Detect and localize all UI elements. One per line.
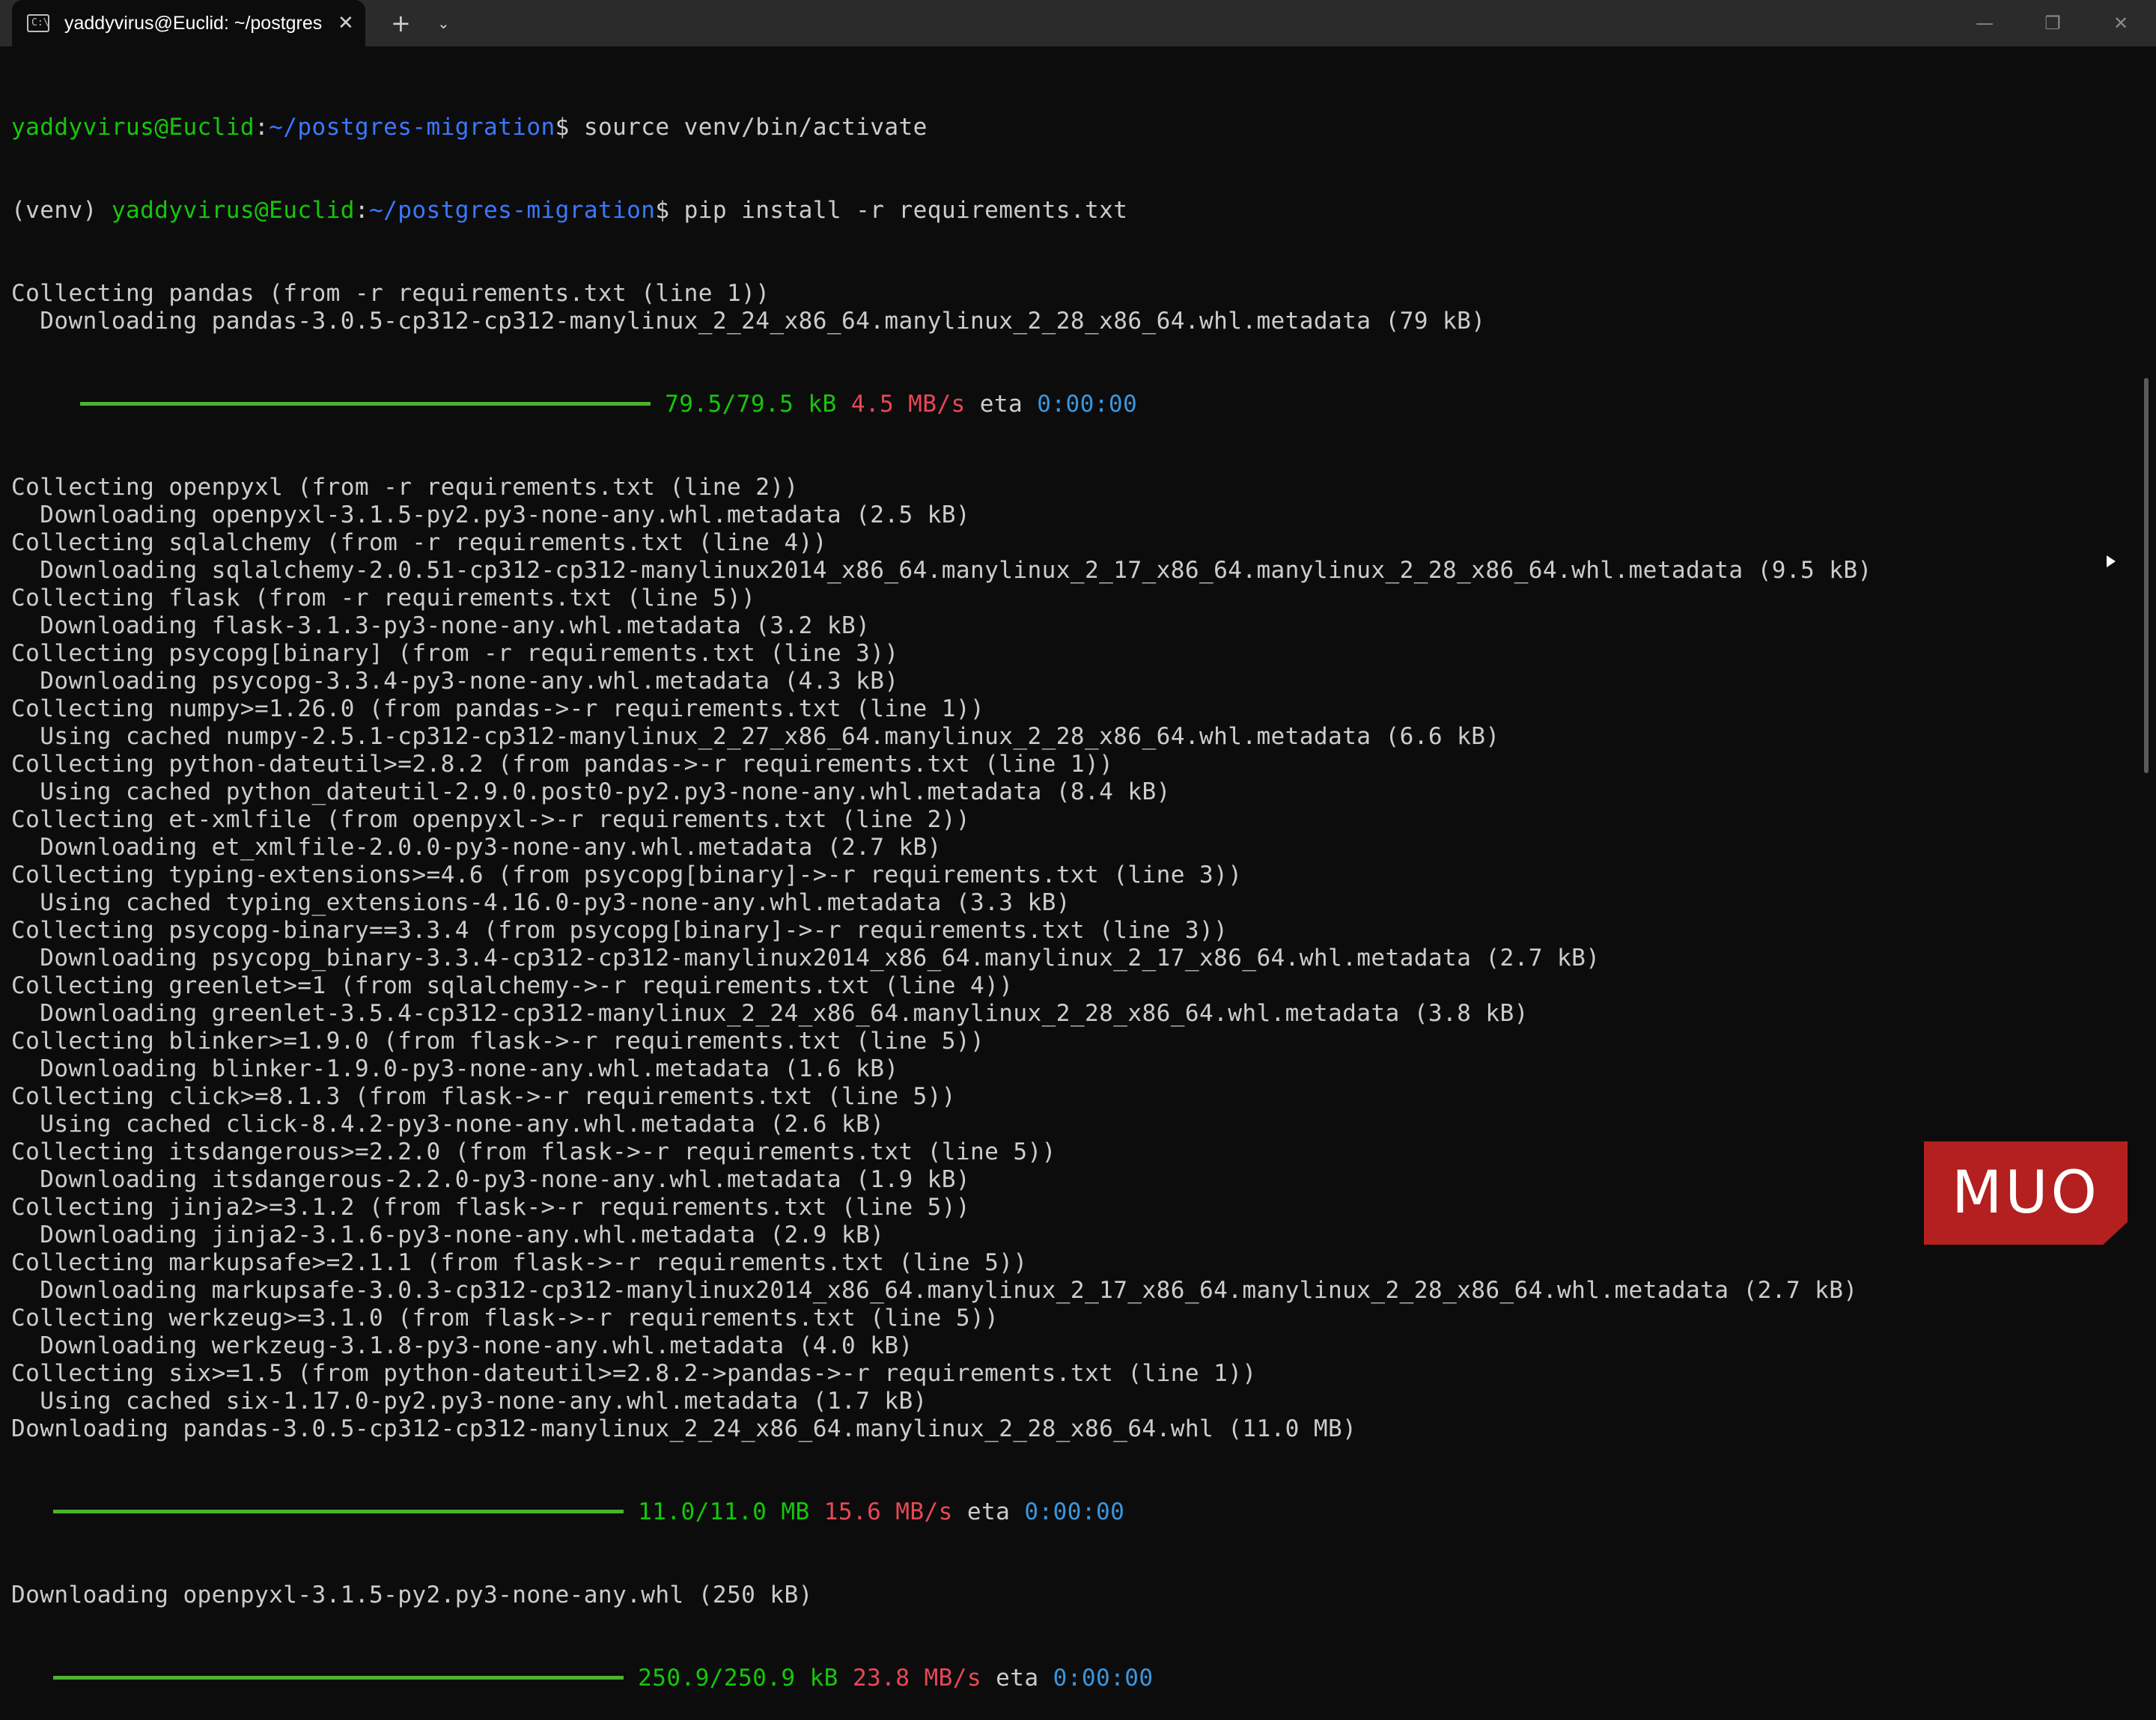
output-line: Downloading sqlalchemy-2.0.51-cp312-cp31… [11, 557, 1872, 584]
output-line: Collecting blinker>=1.9.0 (from flask->-… [11, 1028, 985, 1055]
progress-bar [53, 1509, 624, 1513]
output-line: Collecting sqlalchemy (from -r requireme… [11, 529, 827, 556]
output-lines: Collecting pandas (from -r requirements.… [11, 280, 2130, 335]
new-tab-button[interactable]: + [391, 0, 411, 46]
output-line: Collecting greenlet>=1 (from sqlalchemy-… [11, 972, 1014, 999]
output-line: Downloading blinker-1.9.0-py3-none-any.w… [11, 1055, 899, 1082]
progress-line: 11.0/11.0 MB 15.6 MB/s eta 0:00:00 [11, 1498, 2130, 1526]
tab-title: yaddyvirus@Euclid: ~/postgres-migration [64, 12, 323, 34]
prompt-line: yaddyvirus@Euclid:~/postgres-migration$ … [11, 114, 928, 141]
output-line: Collecting werkzeug>=3.1.0 (from flask->… [11, 1305, 999, 1332]
output-line: Collecting typing-extensions>=4.6 (from … [11, 861, 1243, 888]
progress-line: 79.5/79.5 kB 4.5 MB/s eta 0:00:00 [11, 391, 2130, 418]
progress-bar [53, 1675, 624, 1680]
output-line: Downloading werkzeug-3.1.8-py3-none-any.… [11, 1332, 913, 1359]
progress-bar [80, 401, 651, 406]
maximize-button[interactable]: ❐ [2019, 0, 2086, 46]
terminal-output[interactable]: yaddyvirus@Euclid:~/postgres-migration$ … [11, 58, 2130, 1720]
output-line: Downloading psycopg_binary-3.3.4-cp312-c… [11, 945, 1601, 972]
output-line: Collecting python-dateutil>=2.8.2 (from … [11, 751, 1114, 778]
output-line: Downloading et_xmlfile-2.0.0-py3-none-an… [11, 834, 942, 861]
output-line: Collecting numpy>=1.26.0 (from pandas->-… [11, 695, 985, 722]
terminal-tab[interactable]: C:\ yaddyvirus@Euclid: ~/postgres-migrat… [12, 0, 365, 46]
output-line: Downloading flask-3.1.3-py3-none-any.whl… [11, 612, 871, 639]
output-line: Downloading openpyxl-3.1.5-py2.py3-none-… [11, 1582, 813, 1608]
minimize-button[interactable]: — [1951, 0, 2018, 46]
output-lines: Collecting openpyxl (from -r requirement… [11, 474, 2130, 1443]
chevron-down-icon[interactable]: ⌄ [437, 0, 450, 46]
scrollbar[interactable] [2144, 378, 2149, 773]
output-line: Downloading openpyxl-3.1.5-py2.py3-none-… [11, 501, 971, 528]
progress-line: 250.9/250.9 kB 23.8 MB/s eta 0:00:00 [11, 1665, 2130, 1692]
output-line: Collecting click>=8.1.3 (from flask->-r … [11, 1083, 956, 1110]
output-line: Collecting psycopg-binary==3.3.4 (from p… [11, 917, 1228, 944]
output-line: Collecting six>=1.5 (from python-dateuti… [11, 1360, 1257, 1387]
output-line: Downloading psycopg-3.3.4-py3-none-any.w… [11, 668, 899, 695]
close-tab-icon[interactable]: ✕ [338, 0, 354, 46]
output-line: Downloading itsdangerous-2.2.0-py3-none-… [11, 1166, 971, 1193]
mouse-pointer-icon [2107, 555, 2116, 567]
output-line: Using cached six-1.17.0-py2.py3-none-any… [11, 1388, 928, 1415]
output-line: Collecting flask (from -r requirements.t… [11, 585, 756, 612]
output-line: Downloading jinja2-3.1.6-py3-none-any.wh… [11, 1222, 885, 1248]
output-line: Collecting jinja2>=3.1.2 (from flask->-r… [11, 1194, 971, 1221]
output-line: Collecting markupsafe>=2.1.1 (from flask… [11, 1249, 1028, 1276]
output-line: Collecting psycopg[binary] (from -r requ… [11, 640, 899, 667]
output-line: Collecting openpyxl (from -r requirement… [11, 474, 799, 501]
output-line: Downloading greenlet-3.5.4-cp312-cp312-m… [11, 1000, 1529, 1027]
output-line: Using cached numpy-2.5.1-cp312-cp312-man… [11, 723, 1500, 750]
output-line: Collecting itsdangerous>=2.2.0 (from fla… [11, 1138, 1056, 1165]
title-bar: C:\ yaddyvirus@Euclid: ~/postgres-migrat… [0, 0, 2156, 46]
prompt-line: (venv) yaddyvirus@Euclid:~/postgres-migr… [11, 197, 1128, 224]
output-line: Using cached python_dateutil-2.9.0.post0… [11, 778, 1171, 805]
output-line: Using cached typing_extensions-4.16.0-py… [11, 889, 1071, 916]
output-line: Downloading pandas-3.0.5-cp312-cp312-man… [11, 1415, 1357, 1442]
terminal-icon: C:\ [27, 14, 49, 32]
output-line: Collecting et-xmlfile (from openpyxl->-r… [11, 806, 971, 833]
output-line: Downloading pandas-3.0.5-cp312-cp312-man… [11, 308, 1486, 335]
close-window-button[interactable]: ✕ [2087, 0, 2155, 46]
muo-logo: MUO [1924, 1141, 2128, 1245]
output-line: Collecting pandas (from -r requirements.… [11, 280, 770, 307]
logo-text: MUO [1952, 1159, 2100, 1227]
output-line: Using cached click-8.4.2-py3-none-any.wh… [11, 1111, 885, 1138]
output-line: Downloading markupsafe-3.0.3-cp312-cp312… [11, 1277, 1858, 1304]
